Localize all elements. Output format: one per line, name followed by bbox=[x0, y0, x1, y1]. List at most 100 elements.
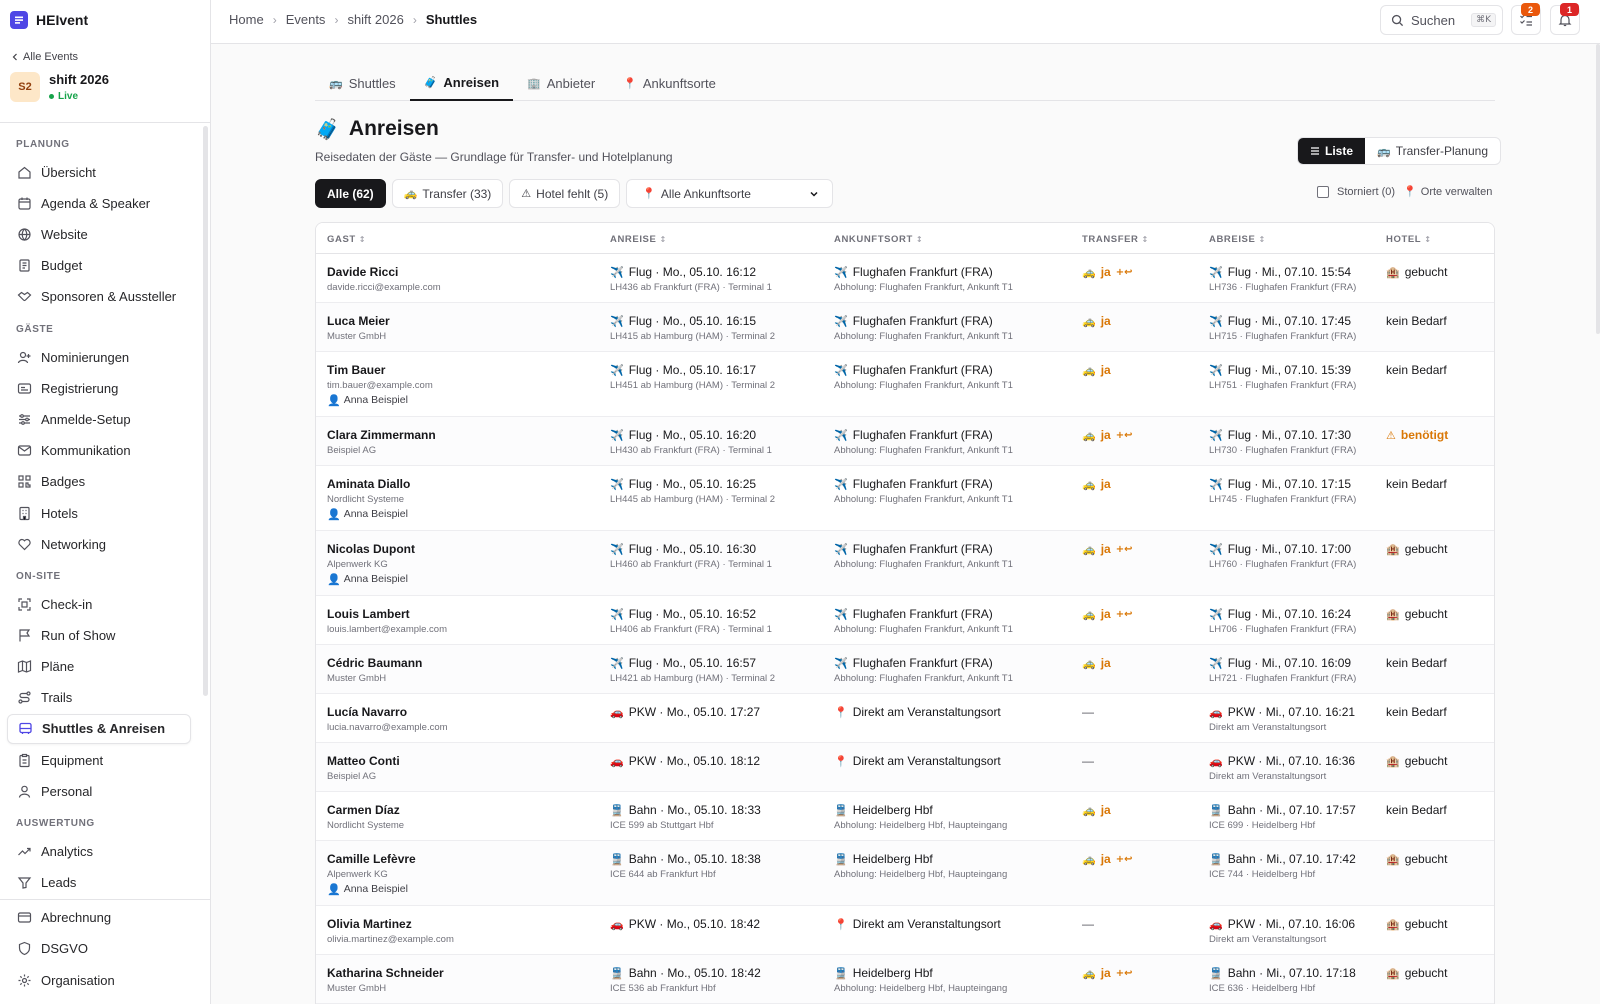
guest-name[interactable]: Davide Ricci bbox=[327, 265, 441, 280]
table-row[interactable]: Clara Zimmermann Beispiel AG ✈️ Flug · Mo.,… bbox=[316, 417, 1494, 466]
hotel-status: 🏨 gebucht bbox=[1386, 966, 1447, 981]
table-row[interactable]: Nicolas Dupont Alpenwerk KG 👤 Anna Beispiel… bbox=[316, 531, 1494, 596]
sidebar-item[interactable]: Sponsoren & Aussteller bbox=[7, 282, 191, 312]
sidebar-item[interactable]: Check-in bbox=[7, 589, 191, 619]
page-scrollbar[interactable] bbox=[1596, 44, 1600, 334]
departure-text: Flug · Mi., 07.10. 17:30 bbox=[1227, 428, 1352, 442]
tab[interactable]: 🧳 Anreisen bbox=[409, 66, 514, 101]
tab[interactable]: 🚌 Shuttles bbox=[315, 66, 410, 101]
table-row[interactable]: Katharina Schneider Muster GmbH 🚆 Bahn · Mo… bbox=[316, 955, 1494, 1004]
sidebar-item[interactable]: Agenda & Speaker bbox=[7, 188, 191, 218]
sidebar-item[interactable]: Website bbox=[7, 219, 191, 249]
table-row[interactable]: Carmen Díaz Nordlicht Systeme 🚆 Bahn · Mo.,… bbox=[316, 792, 1494, 841]
column-location[interactable]: ANKUNFTSORT ↕ bbox=[834, 234, 923, 245]
breadcrumb-events[interactable]: Events bbox=[286, 12, 326, 27]
view-list-button[interactable]: Liste bbox=[1298, 138, 1366, 164]
building-icon bbox=[19, 506, 30, 520]
table-row[interactable]: Olivia Martinez olivia.martinez@example.c… bbox=[316, 906, 1494, 955]
column-hotel[interactable]: HOTEL ↕ bbox=[1386, 234, 1432, 245]
departure-text: Flug · Mi., 07.10. 17:00 bbox=[1227, 542, 1352, 556]
column-arrival[interactable]: ANREISE ↕ bbox=[610, 234, 667, 245]
sidebar-nav[interactable]: PLANUNG Übersicht Agenda & Speaker Website B… bbox=[0, 126, 210, 898]
table-row[interactable]: Louis Lambert louis.lambert@example.com ✈️… bbox=[316, 596, 1494, 645]
location-select[interactable]: 📍 Alle Ankunftsorte bbox=[626, 179, 834, 208]
sidebar-scrollbar[interactable] bbox=[203, 126, 208, 696]
tasks-button[interactable]: 2 bbox=[1511, 3, 1541, 35]
sidebar-item[interactable]: Anmelde-Setup bbox=[7, 404, 191, 434]
table-row[interactable]: Matteo Conti Beispiel AG 🚗 PKW · Mo., 05.10… bbox=[316, 743, 1494, 792]
manage-locations-link[interactable]: 📍 Orte verwalten bbox=[1403, 185, 1492, 198]
guest-name[interactable]: Louis Lambert bbox=[327, 607, 447, 622]
app-logo[interactable]: HEIvent bbox=[10, 10, 88, 30]
filter-hotel-missing[interactable]: ⚠ Hotel fehlt (5) bbox=[509, 179, 621, 208]
flight-icon: ✈️ bbox=[834, 608, 848, 621]
guest-name[interactable]: Katharina Schneider bbox=[327, 966, 444, 981]
sidebar-item[interactable]: DSGVO bbox=[7, 934, 191, 964]
guest-name[interactable]: Carmen Díaz bbox=[327, 803, 404, 818]
column-transfer[interactable]: TRANSFER ↕ bbox=[1082, 234, 1149, 245]
guest-name[interactable]: Cédric Baumann bbox=[327, 656, 422, 671]
sidebar-item[interactable]: Pläne bbox=[7, 651, 191, 681]
hotel-text: gebucht bbox=[1404, 917, 1448, 931]
sidebar-item[interactable]: Personal bbox=[7, 776, 191, 806]
notifications-button[interactable]: 1 bbox=[1550, 3, 1580, 35]
qr-icon bbox=[18, 475, 31, 488]
column-departure[interactable]: ABREISE ↕ bbox=[1209, 234, 1266, 245]
return-transfer-icon: +↩ bbox=[1115, 430, 1133, 441]
cancelled-checkbox[interactable] bbox=[1317, 185, 1329, 198]
sidebar-item[interactable]: Budget bbox=[7, 251, 191, 281]
table-row[interactable]: Cédric Baumann Muster GmbH ✈️ Flug · Mo., 0… bbox=[316, 645, 1494, 694]
filter-options: Storniert (0) 📍 Orte verwalten bbox=[1317, 185, 1492, 198]
arrival-detail: LH406 ab Frankfurt (FRA) · Terminal 1 bbox=[610, 624, 772, 635]
guest-name[interactable]: Nicolas Dupont bbox=[327, 542, 415, 557]
sidebar-item[interactable]: Networking bbox=[7, 529, 191, 559]
guest-name[interactable]: Luca Meier bbox=[327, 314, 390, 329]
guest-name[interactable]: Camille Lefèvre bbox=[327, 852, 416, 867]
sidebar-item[interactable]: Badges bbox=[7, 467, 191, 497]
guest-name[interactable]: Tim Bauer bbox=[327, 363, 433, 378]
table-row[interactable]: Lucía Navarro lucia.navarro@example.com 🚗 P… bbox=[316, 694, 1494, 743]
table-row[interactable]: Aminata Diallo Nordlicht Systeme 👤 Anna Bei… bbox=[316, 466, 1494, 531]
sidebar-item[interactable]: Registrierung bbox=[7, 373, 191, 403]
sidebar-item[interactable]: Run of Show bbox=[7, 620, 191, 650]
view-transfer-button[interactable]: 🚌 Transfer-Planung bbox=[1365, 138, 1500, 164]
transfer-status: — bbox=[1082, 705, 1094, 719]
breadcrumb-home[interactable]: Home bbox=[229, 12, 264, 27]
sidebar-item[interactable]: Shuttles & Anreisen bbox=[7, 713, 191, 744]
location-text: Flughafen Frankfurt (FRA) bbox=[852, 542, 993, 556]
breadcrumb-event[interactable]: shift 2026 bbox=[347, 12, 403, 27]
tab[interactable]: 📍 Ankunftsorte bbox=[609, 66, 730, 101]
sidebar-item[interactable]: Nominierungen bbox=[7, 342, 191, 372]
search-button[interactable]: Suchen ⌘K bbox=[1380, 5, 1503, 35]
sidebar-item[interactable]: Hotels bbox=[7, 498, 191, 528]
guest-name[interactable]: Matteo Conti bbox=[327, 754, 400, 769]
sidebar-item[interactable]: Leads bbox=[7, 867, 191, 897]
table-row[interactable]: Davide Ricci davide.ricci@example.com ✈️ Fl… bbox=[316, 254, 1494, 303]
sidebar-item[interactable]: Übersicht bbox=[7, 157, 191, 187]
sidebar-item[interactable]: Organisation bbox=[7, 965, 191, 995]
sidebar-item[interactable]: Equipment bbox=[7, 745, 191, 775]
filter-transfer[interactable]: 🚕 Transfer (33) bbox=[391, 179, 504, 208]
departure-text: Flug · Mi., 07.10. 17:15 bbox=[1227, 477, 1352, 491]
table-row[interactable]: Camille Lefèvre Alpenwerk KG 👤 Anna Beispie… bbox=[316, 841, 1494, 906]
tab-label: Shuttles bbox=[348, 76, 396, 91]
sidebar-item[interactable]: Analytics bbox=[7, 836, 191, 866]
column-guest[interactable]: GAST ↕ bbox=[327, 234, 366, 245]
filter-all[interactable]: Alle (62) bbox=[315, 179, 386, 208]
departure-detail: LH760 · Flughafen Frankfurt (FRA) bbox=[1209, 559, 1357, 570]
sidebar-item[interactable]: Kommunikation bbox=[7, 436, 191, 466]
sidebar-item[interactable]: Trails bbox=[7, 683, 191, 713]
tab[interactable]: 🏢 Anbieter bbox=[513, 66, 609, 101]
event-switcher[interactable]: S2 shift 2026 Live bbox=[10, 72, 109, 102]
guest-name[interactable]: Aminata Diallo bbox=[327, 477, 410, 492]
guest-name[interactable]: Olivia Martinez bbox=[327, 917, 454, 932]
hotel-status: ⚠ benötigt bbox=[1386, 428, 1448, 443]
guest-name[interactable]: Lucía Navarro bbox=[327, 705, 448, 720]
table-row[interactable]: Luca Meier Muster GmbH ✈️ Flug · Mo., 05.10… bbox=[316, 303, 1494, 352]
back-to-events-link[interactable]: Alle Events bbox=[11, 51, 78, 63]
table-row[interactable]: Tim Bauer tim.bauer@example.com 👤 Anna Beis… bbox=[316, 352, 1494, 417]
guest-name[interactable]: Clara Zimmermann bbox=[327, 428, 436, 443]
sidebar-item[interactable]: Abrechnung bbox=[7, 902, 191, 932]
arrival-info: ✈️ Flug · Mo., 05.10. 16:30 bbox=[610, 542, 772, 557]
hotel-status: 🏨 gebucht bbox=[1386, 607, 1447, 622]
